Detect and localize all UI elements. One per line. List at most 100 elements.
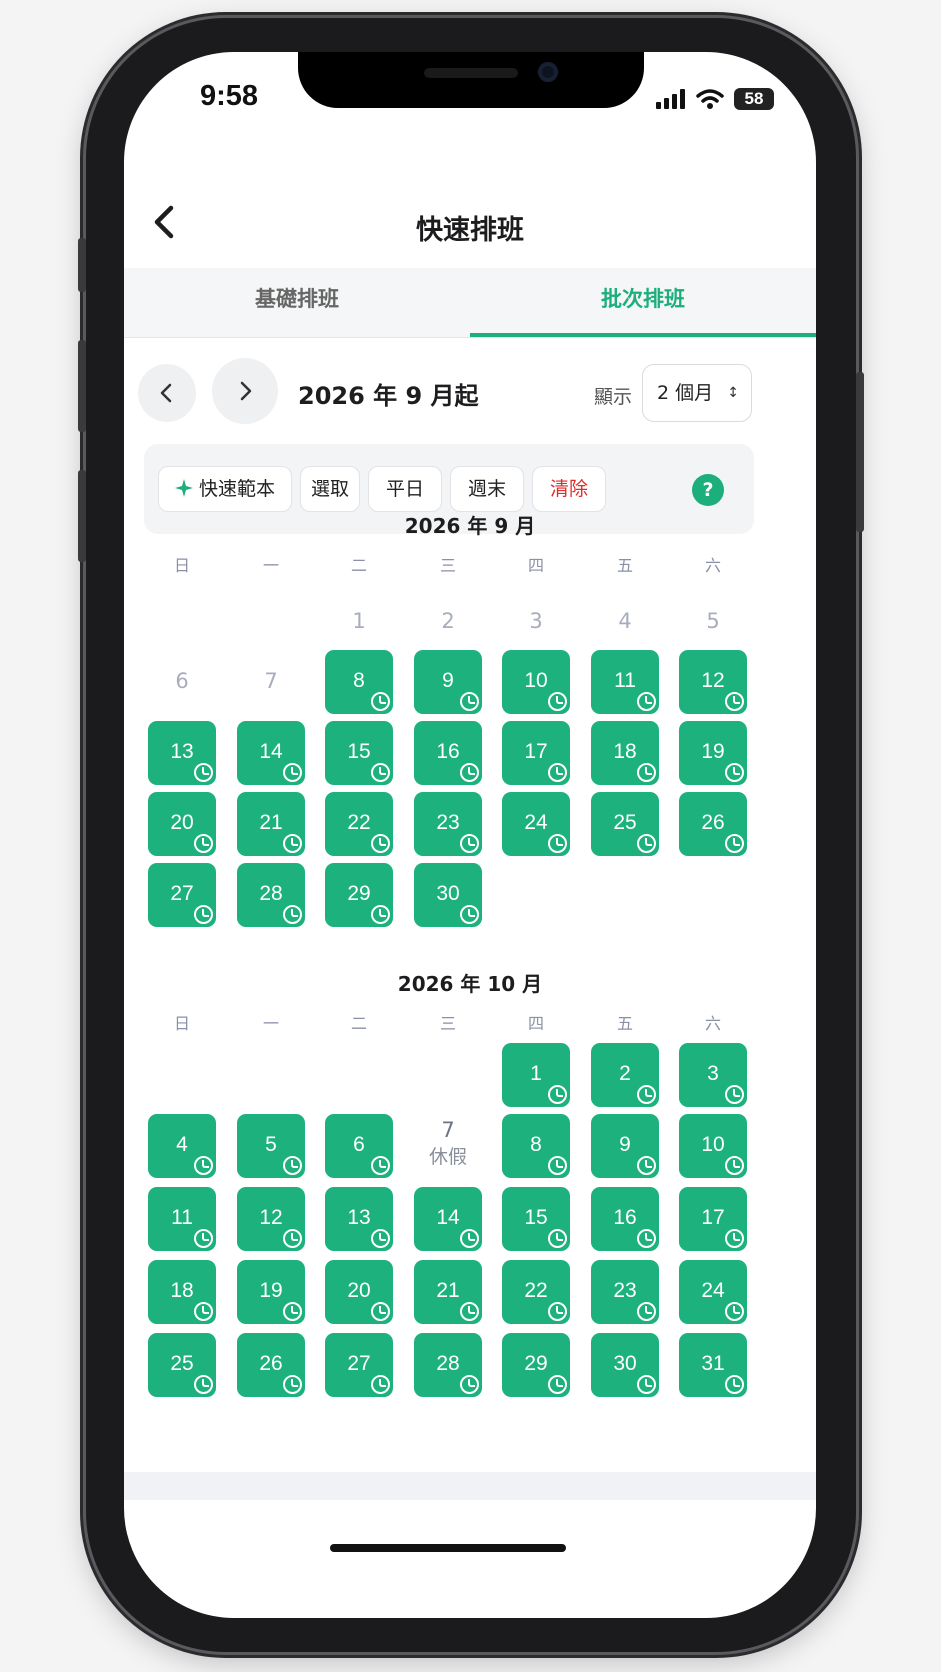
day-cell-selected[interactable]: 18 — [591, 721, 659, 785]
day-cell-selected[interactable]: 24 — [679, 1260, 747, 1324]
show-label: 顯示 — [594, 386, 633, 408]
clock-check-icon — [548, 1085, 567, 1104]
day-cell-selected[interactable]: 29 — [502, 1333, 570, 1397]
day-cell-selected[interactable]: 19 — [237, 1260, 305, 1324]
clock-check-icon — [637, 1375, 656, 1394]
day-cell[interactable]: 6 — [148, 650, 216, 712]
prev-month-button[interactable] — [138, 364, 196, 422]
day-cell-selected[interactable]: 23 — [591, 1260, 659, 1324]
day-cell-selected[interactable]: 15 — [325, 721, 393, 785]
help-button[interactable]: ? — [692, 474, 724, 506]
clock-check-icon — [637, 1229, 656, 1248]
day-cell[interactable]: 7 — [237, 650, 305, 712]
day-cell-selected[interactable]: 28 — [237, 863, 305, 927]
chevron-right-icon — [240, 381, 252, 401]
day-cell[interactable]: 1 — [325, 590, 393, 652]
clock-check-icon — [194, 1302, 213, 1321]
clock-check-icon — [725, 1302, 744, 1321]
day-cell-selected[interactable]: 26 — [679, 792, 747, 856]
day-number: 19 — [259, 1279, 283, 1302]
day-number: 13 — [170, 740, 194, 763]
tab-basic-schedule[interactable]: 基礎排班 — [124, 268, 470, 338]
day-cell-selected[interactable]: 15 — [502, 1187, 570, 1251]
day-cell-selected[interactable]: 30 — [414, 863, 482, 927]
day-cell-selected[interactable]: 1 — [502, 1043, 570, 1107]
day-number: 16 — [436, 740, 460, 763]
day-cell-selected[interactable]: 16 — [591, 1187, 659, 1251]
day-cell-selected[interactable]: 14 — [237, 721, 305, 785]
clock-check-icon — [637, 834, 656, 853]
day-cell-selected[interactable]: 17 — [679, 1187, 747, 1251]
day-number: 24 — [701, 1279, 725, 1302]
day-cell-selected[interactable]: 17 — [502, 721, 570, 785]
day-number: 27 — [170, 882, 194, 905]
weekday-button[interactable]: 平日 — [368, 466, 442, 512]
clear-button[interactable]: 清除 — [532, 466, 606, 512]
day-number: 30 — [436, 882, 460, 905]
day-number: 14 — [259, 740, 283, 763]
day-cell-selected[interactable]: 8 — [502, 1114, 570, 1178]
day-cell-selected[interactable]: 22 — [502, 1260, 570, 1324]
next-month-button[interactable] — [212, 358, 278, 424]
months-count-value: 2 個月 — [657, 382, 714, 404]
day-cell-selected[interactable]: 9 — [591, 1114, 659, 1178]
day-cell-selected[interactable]: 5 — [237, 1114, 305, 1178]
clock-check-icon — [283, 1229, 302, 1248]
status-time: 9:58 — [200, 80, 259, 112]
day-cell-selected[interactable]: 25 — [148, 1333, 216, 1397]
day-cell-selected[interactable]: 27 — [325, 1333, 393, 1397]
clock-check-icon — [194, 763, 213, 782]
day-cell-selected[interactable]: 10 — [502, 650, 570, 714]
day-cell-selected[interactable]: 14 — [414, 1187, 482, 1251]
day-number: 10 — [701, 1133, 725, 1156]
day-cell-selected[interactable]: 26 — [237, 1333, 305, 1397]
day-cell-selected[interactable]: 29 — [325, 863, 393, 927]
day-cell[interactable]: 5 — [679, 590, 747, 652]
day-cell-selected[interactable]: 23 — [414, 792, 482, 856]
day-cell-selected[interactable]: 22 — [325, 792, 393, 856]
day-cell-selected[interactable]: 6 — [325, 1114, 393, 1178]
day-cell-selected[interactable]: 19 — [679, 721, 747, 785]
day-cell[interactable]: 4 — [591, 590, 659, 652]
day-cell-selected[interactable]: 30 — [591, 1333, 659, 1397]
day-cell-selected[interactable]: 24 — [502, 792, 570, 856]
tab-batch-schedule[interactable]: 批次排班 — [470, 268, 816, 338]
day-cell-holiday[interactable]: 7 休假 — [414, 1114, 482, 1178]
day-cell-selected[interactable]: 11 — [148, 1187, 216, 1251]
quick-template-button[interactable]: 快速範本 — [158, 466, 292, 512]
day-number: 9 — [442, 669, 454, 692]
weekend-button[interactable]: 週末 — [450, 466, 524, 512]
day-cell-selected[interactable]: 21 — [237, 792, 305, 856]
select-button[interactable]: 選取 — [300, 466, 360, 512]
day-cell-selected[interactable]: 11 — [591, 650, 659, 714]
day-cell-selected[interactable]: 8 — [325, 650, 393, 714]
day-cell-selected[interactable]: 18 — [148, 1260, 216, 1324]
day-cell-selected[interactable]: 13 — [325, 1187, 393, 1251]
day-cell-selected[interactable]: 13 — [148, 721, 216, 785]
weekday-header: 五 — [616, 556, 633, 575]
day-cell-selected[interactable]: 9 — [414, 650, 482, 714]
day-cell-selected[interactable]: 12 — [237, 1187, 305, 1251]
months-count-select[interactable]: 2 個月 ↕ — [642, 364, 752, 422]
weekday-header: 二 — [350, 556, 367, 575]
day-cell-selected[interactable]: 3 — [679, 1043, 747, 1107]
day-cell-selected[interactable]: 25 — [591, 792, 659, 856]
day-cell-selected[interactable]: 27 — [148, 863, 216, 927]
day-cell-selected[interactable]: 21 — [414, 1260, 482, 1324]
day-number: 5 — [265, 1133, 277, 1156]
day-cell-selected[interactable]: 28 — [414, 1333, 482, 1397]
day-cell-selected[interactable]: 20 — [148, 792, 216, 856]
day-cell-selected[interactable]: 16 — [414, 721, 482, 785]
day-number: 11 — [171, 1206, 193, 1229]
status-icons: 58 — [656, 88, 774, 110]
day-cell-selected[interactable]: 31 — [679, 1333, 747, 1397]
day-cell-selected[interactable]: 4 — [148, 1114, 216, 1178]
day-number: 8 — [353, 669, 365, 692]
day-number: 29 — [347, 882, 371, 905]
day-cell[interactable]: 3 — [502, 590, 570, 652]
day-cell-selected[interactable]: 10 — [679, 1114, 747, 1178]
day-cell-selected[interactable]: 2 — [591, 1043, 659, 1107]
day-cell-selected[interactable]: 20 — [325, 1260, 393, 1324]
day-cell[interactable]: 2 — [414, 590, 482, 652]
day-cell-selected[interactable]: 12 — [679, 650, 747, 714]
